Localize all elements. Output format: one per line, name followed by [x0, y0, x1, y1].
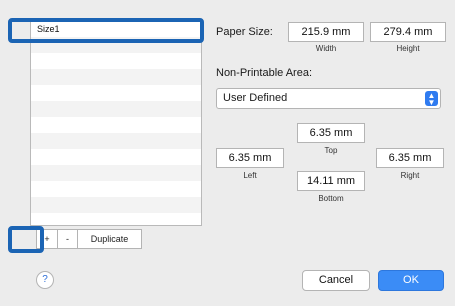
non-printable-area-label: Non-Printable Area: — [216, 67, 312, 79]
custom-paper-size-dialog: Size1 + - Duplicate Paper Size: 215.9 mm… — [0, 0, 455, 306]
paper-size-label: Paper Size: — [216, 26, 273, 38]
list-item — [31, 85, 201, 101]
up-down-chevron-icon: ▲ ▼ — [425, 91, 438, 107]
list-item — [31, 133, 201, 149]
bottom-margin-field[interactable]: 14.11 mm — [297, 171, 365, 191]
list-item — [31, 213, 201, 229]
list-item — [31, 149, 201, 165]
top-label: Top — [324, 146, 338, 155]
list-item — [31, 69, 201, 85]
list-item — [31, 53, 201, 69]
size-name-callout-highlight — [8, 18, 204, 43]
list-item — [31, 165, 201, 181]
left-margin-field[interactable]: 6.35 mm — [216, 148, 284, 168]
top-margin-field[interactable]: 6.35 mm — [297, 123, 365, 143]
paper-width-field[interactable]: 215.9 mm — [288, 22, 364, 42]
help-button[interactable]: ? — [36, 271, 54, 289]
left-label: Left — [243, 171, 257, 180]
list-item — [31, 117, 201, 133]
custom-size-list[interactable]: Size1 — [30, 20, 202, 226]
duplicate-button[interactable]: Duplicate — [78, 229, 142, 249]
non-printable-area-selected-value: User Defined — [223, 92, 288, 104]
ok-button[interactable]: OK — [378, 270, 444, 291]
remove-size-button[interactable]: - — [58, 229, 78, 249]
paper-height-field[interactable]: 279.4 mm — [370, 22, 446, 42]
right-margin-field[interactable]: 6.35 mm — [376, 148, 444, 168]
height-label: Height — [396, 44, 420, 53]
cancel-button[interactable]: Cancel — [302, 270, 370, 291]
bottom-label: Bottom — [318, 194, 344, 203]
add-button-callout-highlight — [8, 226, 44, 253]
list-item — [31, 101, 201, 117]
width-label: Width — [315, 44, 337, 53]
right-label: Right — [400, 171, 420, 180]
list-item — [31, 197, 201, 213]
question-mark-icon: ? — [42, 274, 48, 285]
list-button-group: + - Duplicate — [36, 229, 142, 249]
non-printable-area-select[interactable]: User Defined ▲ ▼ — [216, 88, 441, 109]
list-item — [31, 181, 201, 197]
